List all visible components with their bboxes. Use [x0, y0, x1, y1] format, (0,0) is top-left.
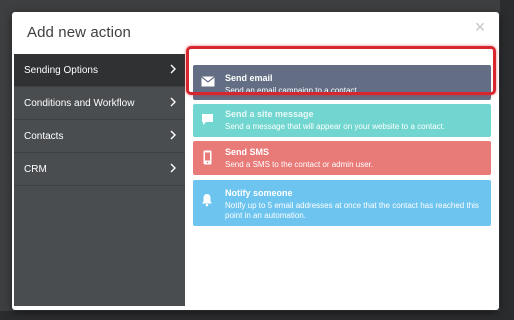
- sidebar-item-sending-options[interactable]: Sending Options: [14, 54, 185, 87]
- send-sms-action[interactable]: Send SMS Send a SMS to the contact or ad…: [193, 141, 491, 175]
- sidebar-item-label: CRM: [24, 164, 47, 175]
- close-icon[interactable]: ×: [473, 18, 487, 36]
- mobile-phone-icon: [203, 150, 212, 165]
- chevron-right-icon: [170, 163, 176, 173]
- action-category-sidebar: Sending Options Conditions and Workflow …: [14, 54, 185, 306]
- notify-someone-action[interactable]: Notify someone Notify up to 5 email addr…: [193, 180, 491, 226]
- background-panel: [500, 0, 514, 320]
- action-description: Send a message that will appear on your …: [225, 122, 446, 131]
- sidebar-item-conditions-workflow[interactable]: Conditions and Workflow: [14, 87, 185, 120]
- sidebar-item-crm[interactable]: CRM: [14, 153, 185, 186]
- send-site-message-action[interactable]: Send a site message Send a message that …: [193, 104, 491, 137]
- chevron-right-icon: [170, 97, 176, 107]
- sidebar-item-contacts[interactable]: Contacts: [14, 120, 185, 153]
- action-description: Notify up to 5 email addresses at once t…: [225, 201, 479, 220]
- action-title: Notify someone: [225, 188, 293, 198]
- chevron-right-icon: [170, 130, 176, 140]
- action-title: Send SMS: [225, 147, 270, 157]
- sidebar-item-label: Contacts: [24, 131, 64, 142]
- chat-bubble-icon: [202, 114, 213, 125]
- action-description: Send a SMS to the contact or admin user.: [225, 160, 374, 169]
- chevron-right-icon: [170, 64, 176, 74]
- bell-icon: [202, 194, 212, 207]
- sidebar-item-label: Conditions and Workflow: [24, 98, 135, 109]
- background-footer: [0, 311, 514, 320]
- action-title: Send a site message: [225, 109, 314, 119]
- highlight-annotation: [186, 46, 496, 95]
- modal-title: Add new action: [27, 24, 131, 41]
- sidebar-item-label: Sending Options: [24, 65, 98, 76]
